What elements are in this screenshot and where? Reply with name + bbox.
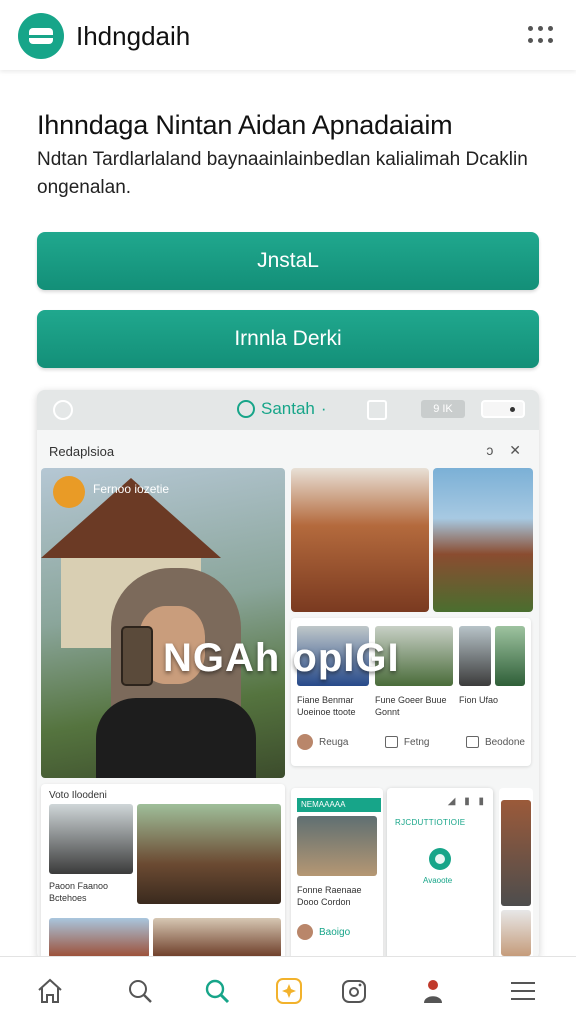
more-options-icon[interactable] xyxy=(528,26,554,46)
badge-avatar-icon xyxy=(53,476,85,508)
house-photo-b[interactable] xyxy=(433,468,533,612)
thumb-caption-1: Fiane Benmar Uoeinoe ttoote xyxy=(297,695,356,717)
news-action[interactable]: Baoigo xyxy=(297,924,350,940)
share-icon xyxy=(465,736,479,748)
badge-label: Fernoo iozetie xyxy=(93,482,170,496)
toggle-switch[interactable] xyxy=(481,400,525,418)
app-logo-icon[interactable] xyxy=(18,13,64,59)
menu-icon[interactable] xyxy=(503,971,543,1011)
overlay-headline: NGAh opIGI xyxy=(163,636,400,680)
avatar xyxy=(297,924,313,940)
news-image[interactable] xyxy=(297,816,377,876)
side-photo-1[interactable] xyxy=(501,800,531,906)
side-strip xyxy=(499,788,533,960)
gallery-photo-4[interactable] xyxy=(153,918,281,958)
action-label: Reuga xyxy=(319,736,349,748)
dialog-card: ◢ ▮ ▮ RJCDUTTIOTIOIE Avaoote xyxy=(387,788,493,960)
discover-icon[interactable] xyxy=(197,971,237,1011)
app-root: Ihdngdaih Ihnndaga Nintan Aidan Apnadaia… xyxy=(0,0,576,1024)
hero-title: Ihnndaga Nintan Aidan Apnadaiaim xyxy=(37,110,453,140)
gallery-card: Voto Iloodeni Paoon Faanoo Bctehoes xyxy=(41,784,285,960)
search-icon[interactable] xyxy=(120,971,160,1011)
action-label: Fetng xyxy=(403,736,430,748)
thumb-4[interactable] xyxy=(495,626,525,686)
close-icon[interactable]: ↄ ✕ xyxy=(486,442,527,459)
gallery-label: Voto Iloodeni xyxy=(49,790,107,801)
preview-search[interactable]: Santah · xyxy=(237,399,327,419)
preview-chip[interactable]: 9 IK xyxy=(421,400,465,418)
thumb-caption-2: Fune Goeer Buue Gonnt xyxy=(375,695,447,717)
app-preview-frame: Santah · 9 IK Redaplsioa ↄ ✕ Fernoo ioze… xyxy=(37,390,539,960)
preview-search-label: Santah xyxy=(261,399,315,418)
status-icons: ◢ ▮ ▮ xyxy=(447,796,487,807)
install-button[interactable]: JnstaL xyxy=(37,232,539,290)
thumb-3[interactable] xyxy=(459,626,491,686)
hero-subtitle: Ndtan Tardlarlaland baynaainlainbedlan k… xyxy=(37,149,528,198)
person-body-shape xyxy=(96,698,256,778)
image-icon[interactable] xyxy=(367,400,387,420)
record-button-icon[interactable] xyxy=(429,848,451,870)
thumb-caption-3: Fion Ufao xyxy=(459,695,499,705)
avatar xyxy=(297,734,313,750)
preview-content: Redaplsioa ↄ ✕ Fernoo iozetie Fiane Benm… xyxy=(37,430,539,960)
bottom-nav xyxy=(0,956,576,1024)
search-ring-icon xyxy=(237,400,255,418)
phone-shape xyxy=(121,626,153,686)
side-photo-2[interactable] xyxy=(501,910,531,956)
news-tag: NEMAAAAA xyxy=(297,798,381,812)
app-title: Ihdngdaih xyxy=(76,21,191,51)
comment-icon xyxy=(384,736,398,748)
dialog-label: Avaoote xyxy=(423,876,453,885)
action-fetng[interactable]: Fetng xyxy=(384,734,430,750)
preview-search-caret: · xyxy=(320,399,327,418)
app-header: Ihdngdaih xyxy=(0,0,576,70)
profile-icon[interactable] xyxy=(413,971,453,1011)
gallery-photo-3[interactable] xyxy=(49,918,149,958)
preview-toolbar: Santah · 9 IK xyxy=(37,390,539,430)
action-label: Beodone xyxy=(484,736,525,748)
sparkle-icon[interactable] xyxy=(269,971,309,1011)
main-photo[interactable]: Fernoo iozetie xyxy=(41,468,285,778)
preview-tab-label[interactable]: Redaplsioa xyxy=(49,444,114,459)
action-reuga[interactable]: Reuga xyxy=(297,734,348,750)
heart-icon[interactable] xyxy=(53,400,73,420)
gallery-photo-1[interactable] xyxy=(49,804,133,874)
dialog-title: RJCDUTTIOTIOIE xyxy=(395,818,466,827)
media-card-actions: Reuga Fetng Beodone xyxy=(297,734,525,750)
gallery-photo-2[interactable] xyxy=(137,804,281,904)
news-caption: Fonne Raenaae Dooo Cordon xyxy=(297,885,362,907)
camera-icon[interactable] xyxy=(334,971,374,1011)
learn-more-button[interactable]: Irnnla Derki xyxy=(37,310,539,368)
home-icon[interactable] xyxy=(30,971,70,1011)
gallery-caption: Paoon Faanoo Bctehoes xyxy=(49,881,109,903)
action-beodone[interactable]: Beodone xyxy=(465,734,525,750)
house-photo-a[interactable] xyxy=(291,468,429,612)
news-card: NEMAAAAA Fonne Raenaae Dooo Cordon Baoig… xyxy=(291,788,383,960)
news-action-label: Baoigo xyxy=(319,926,351,938)
